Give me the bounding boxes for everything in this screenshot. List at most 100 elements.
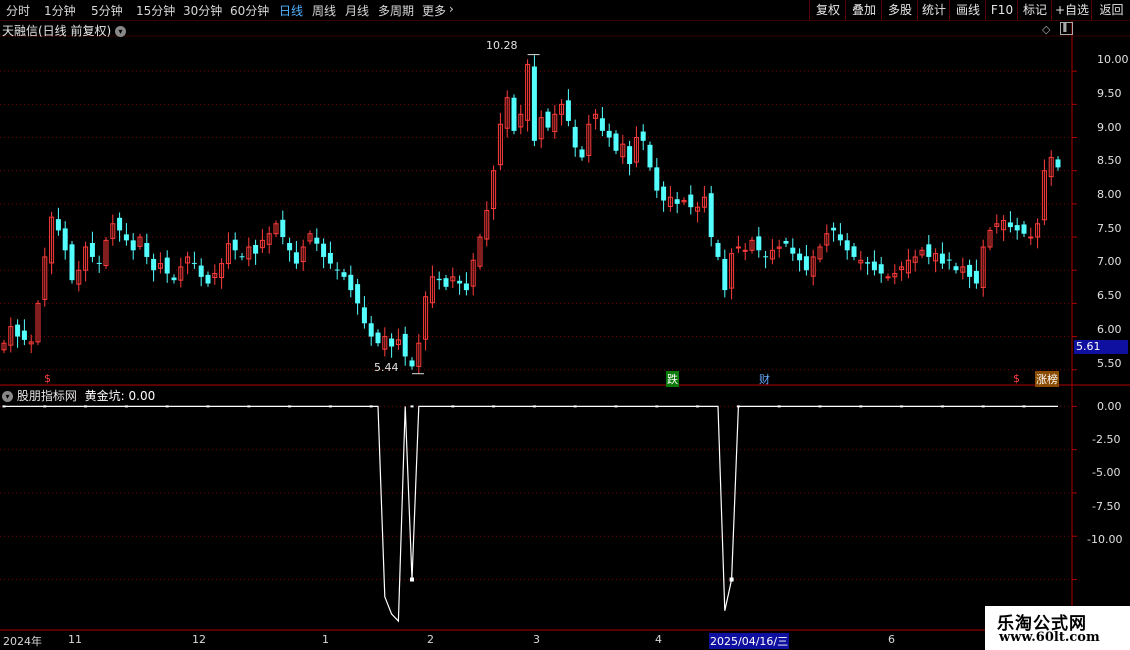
candle-body (735, 246, 741, 249)
indicator-point (247, 405, 251, 408)
candle-body (831, 227, 837, 231)
candle-body (96, 262, 102, 264)
indicator-point (859, 405, 863, 408)
candle-body (239, 256, 245, 258)
candle-body (164, 257, 170, 274)
indicator-point (532, 405, 536, 408)
indicator-name[interactable]: 股朋指标网 (17, 389, 77, 403)
candle-body (851, 246, 857, 257)
indicator-point (206, 405, 210, 408)
price-tick: 6.50 (1097, 289, 1122, 302)
candle-body (327, 252, 333, 264)
candle-body (123, 234, 129, 241)
indicator-point (1022, 405, 1026, 408)
panel-toggle-icon[interactable]: ▌ (1060, 22, 1073, 35)
candle-body (130, 240, 136, 251)
dividend-marker[interactable]: $ (1013, 372, 1020, 385)
candle-body (1055, 159, 1061, 168)
chevron-down-icon[interactable]: ▾ (2, 391, 13, 402)
indicator-point (451, 405, 455, 408)
indicator-point (736, 405, 740, 408)
series-label: 黄金坑: (84, 389, 125, 403)
candle-body (314, 237, 320, 244)
candle-body (341, 272, 347, 277)
chevron-down-icon[interactable]: ▾ (115, 26, 127, 37)
indicator-point (729, 577, 734, 582)
indicator-point (124, 405, 128, 408)
indicator-point (492, 405, 496, 408)
indicator-point (84, 405, 88, 408)
candle-body (293, 252, 299, 264)
indicator-point (818, 405, 822, 408)
candle-body (389, 338, 395, 347)
candle-body (436, 278, 442, 281)
candle-body (280, 219, 286, 238)
candle-body (375, 332, 381, 344)
indicator-point (614, 405, 618, 408)
indicator-point (940, 405, 944, 408)
candle-body (865, 262, 871, 264)
diamond-icon[interactable]: ◇ (1042, 23, 1050, 36)
grid-lines (0, 70, 1077, 581)
candle-body (790, 247, 796, 254)
indicator-tick: -5.00 (1092, 466, 1121, 479)
price-tick: 10.00 (1097, 53, 1129, 66)
candle-body (334, 269, 340, 271)
cursor-date: 2025/04/16/三 (709, 633, 790, 649)
candle-body (688, 194, 694, 208)
indicator-tick: -10.00 (1087, 533, 1123, 546)
price-tick: 8.50 (1097, 154, 1122, 167)
candle-body (198, 265, 204, 277)
rise-ranking-marker[interactable]: 涨榜 (1035, 371, 1059, 387)
indicator-point (777, 405, 781, 408)
candle-body (191, 262, 197, 264)
indicator-point (328, 405, 332, 408)
date-tick: 12 (192, 633, 206, 646)
dividend-marker[interactable]: $ (44, 372, 51, 385)
candle-body (973, 270, 979, 284)
kline-chart-canvas[interactable] (0, 0, 1130, 650)
indicator-point (981, 405, 985, 408)
candle-body (511, 97, 517, 131)
price-tick: 5.50 (1097, 357, 1122, 370)
price-tick: 9.50 (1097, 87, 1122, 100)
candle-body (348, 274, 354, 291)
candle-body (885, 276, 891, 279)
indicator-point (573, 405, 577, 408)
indicator-point (369, 405, 373, 408)
candle-body (654, 167, 660, 191)
candle-body (1028, 236, 1034, 239)
candle-body (21, 330, 27, 340)
candle-body (55, 219, 61, 231)
candle-body (967, 264, 973, 277)
candle-body (253, 245, 259, 254)
price-tick: 7.50 (1097, 222, 1122, 235)
candle-body (171, 277, 177, 281)
candle-body (661, 186, 667, 201)
drop-marker[interactable]: 跌 (666, 371, 679, 387)
price-tick: 7.00 (1097, 255, 1122, 268)
indicator-point (43, 405, 47, 408)
main-panel-title-bar: 天融信(日线 前复权) ▾ (2, 22, 127, 39)
candle-body (579, 149, 585, 158)
golden-pit-line (4, 405, 1058, 623)
stock-title: 天融信(日线 前复权) (2, 24, 112, 38)
candle-body (69, 244, 75, 281)
indicator-point (2, 405, 6, 408)
candle-body (722, 258, 728, 291)
candle-body (463, 283, 469, 291)
candle-body (457, 280, 463, 284)
candle-body (144, 243, 150, 257)
candle-body (355, 284, 361, 304)
candle-body (409, 360, 415, 367)
price-tick: 8.00 (1097, 188, 1122, 201)
candle-body (647, 144, 653, 168)
finance-marker[interactable]: 财 (759, 371, 770, 387)
indicator-panel-title-bar: ▾ 股朋指标网 黄金坑: 0.00 (2, 387, 155, 404)
date-tick: 11 (68, 633, 82, 646)
candle-body (844, 240, 850, 251)
current-price-tag: 5.61 (1074, 340, 1128, 354)
candle-body (15, 324, 21, 337)
candle-body (953, 266, 959, 271)
candle-body (232, 239, 238, 251)
